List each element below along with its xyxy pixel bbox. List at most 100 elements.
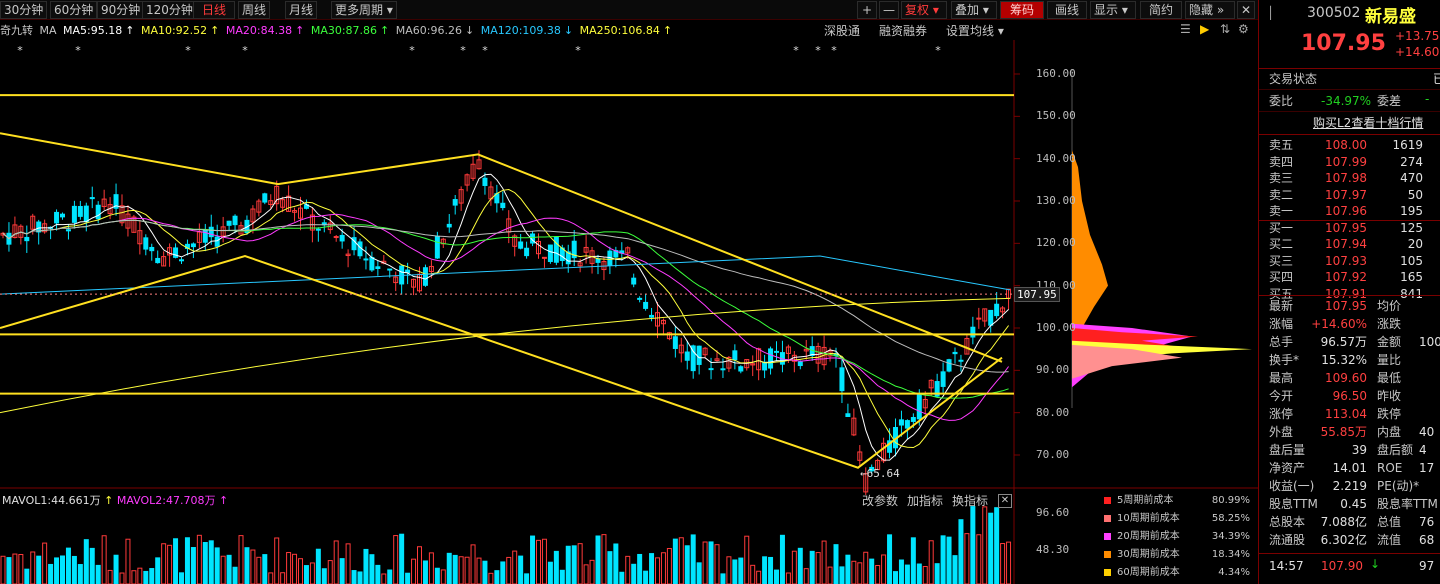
simple-button[interactable]: 简约 <box>1140 1 1182 19</box>
ma120-line <box>0 255 1011 295</box>
ma-settings-link[interactable]: 设置均线 ▾ <box>946 22 1004 40</box>
stat-value: 2.219 <box>1332 479 1367 493</box>
tick-price: 107.90 <box>1321 559 1363 573</box>
period-120min[interactable]: 120分钟 <box>142 1 197 19</box>
period-daily[interactable]: 日线 <box>193 1 235 19</box>
volume-bar <box>863 551 869 584</box>
volume-bar <box>744 535 750 584</box>
candle-body <box>60 213 65 218</box>
hk-connect-link[interactable]: 深股通 <box>824 22 860 40</box>
candle-body <box>797 361 803 367</box>
l2-upgrade-link[interactable]: 购买L2查看十档行情 <box>1313 114 1423 132</box>
edit-params-button[interactable]: 改参数 <box>862 492 898 510</box>
volume-bar <box>589 559 595 584</box>
adjust-dropdown[interactable]: 复权 ▾ <box>901 1 947 19</box>
chips-button[interactable]: 筹码 <box>1000 1 1044 19</box>
switch-indicator-button[interactable]: 换指标 <box>952 492 988 510</box>
volume-bar <box>173 538 179 584</box>
candle-body <box>369 257 375 271</box>
stat-row: 总股本 7.088亿 总值 76 <box>1259 513 1440 531</box>
cost-legend-row: 20周期前成本 34.39% <box>1104 529 1250 545</box>
add-indicator-button[interactable]: 加指标 <box>907 492 943 510</box>
period-weekly[interactable]: 周线 <box>238 1 271 19</box>
candle-body <box>262 193 268 203</box>
volume-bar <box>256 556 262 584</box>
volume-bar <box>958 519 964 584</box>
ask-row[interactable]: 卖四 107.99 274 <box>1259 154 1440 170</box>
overlay-dropdown[interactable]: 叠加 ▾ <box>951 1 997 19</box>
volume-bar <box>184 537 190 584</box>
low-price-annotation: ←65.64 <box>860 467 900 480</box>
volume-info-bar: MAVOL1:44.661万 ↑ MAVOL2:47.708万 ↑ <box>2 494 229 507</box>
bid-row[interactable]: 买三 107.93 105 <box>1259 253 1440 269</box>
volume-bar <box>779 534 785 584</box>
candle-body <box>910 417 916 422</box>
current-price-tag: 107.95 <box>1014 287 1060 302</box>
candle-body <box>988 309 994 326</box>
period-toolbar: 30分钟 60分钟 90分钟 120分钟 日线 周线 月线 更多周期 ▾ + —… <box>0 0 1258 20</box>
level-price: 107.96 <box>1325 204 1367 218</box>
volume-bar <box>440 569 446 584</box>
stat-label: PE(动)* <box>1377 479 1420 493</box>
period-60min[interactable]: 60分钟 <box>50 1 98 19</box>
volume-bar <box>149 568 155 584</box>
stat-row: 净资产 14.01 ROE 17 <box>1259 459 1440 477</box>
stat-label: 今开 <box>1269 389 1294 403</box>
volume-bar <box>119 572 125 584</box>
candle-body <box>952 351 958 355</box>
period-30min[interactable]: 30分钟 <box>0 1 48 19</box>
volume-bar <box>399 533 405 584</box>
margin-trading-link[interactable]: 融资融券 <box>879 22 927 40</box>
sort-icon[interactable]: ⇅ <box>1220 22 1230 36</box>
gear-icon[interactable]: ⚙ <box>1238 22 1249 36</box>
volume-bar <box>327 560 333 584</box>
zoom-in-button[interactable]: + <box>857 1 877 19</box>
zoom-out-button[interactable]: — <box>879 1 899 19</box>
ask-row[interactable]: 卖一 107.96 195 <box>1259 203 1440 219</box>
volume-bar <box>476 557 482 584</box>
stat-label: 总值 <box>1377 515 1402 529</box>
stat-value: 109.60 <box>1325 371 1367 385</box>
candle-body <box>649 314 655 318</box>
volume-bar <box>190 547 196 584</box>
list-icon[interactable]: ☰ <box>1180 22 1191 36</box>
stat-label: 盘后额 <box>1377 443 1414 457</box>
flag-icon[interactable]: ▶ <box>1200 22 1209 36</box>
volume-bar <box>631 563 637 584</box>
volume-bar <box>411 558 417 584</box>
volume-bar <box>60 555 65 584</box>
price-tick: 150.00 <box>1036 109 1076 122</box>
signal-marker: * <box>815 44 821 57</box>
volume-bar <box>113 554 119 584</box>
period-90min[interactable]: 90分钟 <box>97 1 145 19</box>
volume-bar <box>179 572 184 584</box>
stat-label: 流值 <box>1377 533 1402 547</box>
ask-row[interactable]: 卖二 107.97 50 <box>1259 187 1440 203</box>
volume-bar <box>607 551 613 584</box>
volume-bar <box>280 572 286 584</box>
signal-marker: * <box>75 44 81 57</box>
volume-bar <box>833 544 839 584</box>
ma250-line <box>0 297 1011 414</box>
bid-row[interactable]: 买四 107.92 165 <box>1259 269 1440 285</box>
ask-row[interactable]: 卖五 108.00 1619 <box>1259 137 1440 153</box>
stat-label: 最低 <box>1377 371 1402 385</box>
volume-bar <box>309 562 315 584</box>
close-icon[interactable]: ✕ <box>1237 1 1255 19</box>
hide-button[interactable]: 隐藏 » <box>1185 1 1235 19</box>
ask-row[interactable]: 卖三 107.98 470 <box>1259 170 1440 186</box>
draw-line-button[interactable]: 画线 <box>1047 1 1087 19</box>
display-dropdown[interactable]: 显示 ▾ <box>1090 1 1136 19</box>
close-panel-icon[interactable]: ✕ <box>998 494 1012 508</box>
panel-toggle-icon[interactable]: │ <box>1267 6 1274 20</box>
stat-row: 盘后量 39 盘后额 4 <box>1259 441 1440 459</box>
candle-body <box>405 269 411 274</box>
level-volume: 105 <box>1400 253 1423 268</box>
period-more-dropdown[interactable]: 更多周期 ▾ <box>331 1 397 19</box>
period-monthly[interactable]: 月线 <box>285 1 318 19</box>
bid-row[interactable]: 买一 107.95 125 <box>1259 220 1440 236</box>
bid-row[interactable]: 买二 107.94 20 <box>1259 236 1440 252</box>
candle-body <box>95 204 101 220</box>
volume-bar <box>536 539 541 584</box>
volume-bar <box>732 559 738 584</box>
